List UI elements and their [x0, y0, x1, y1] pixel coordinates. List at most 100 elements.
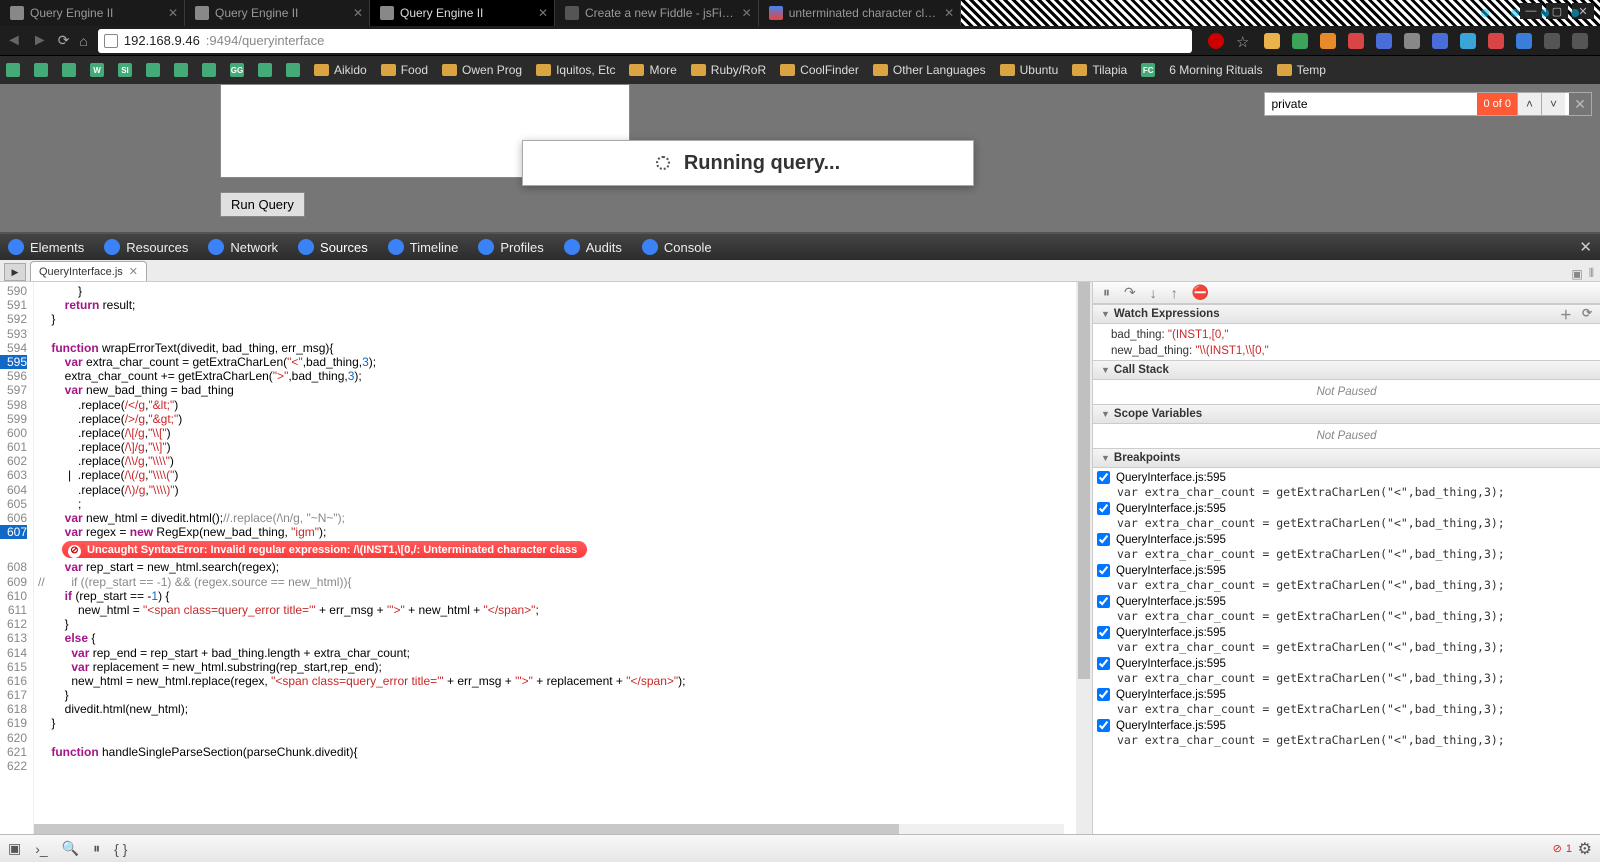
add-watch-icon[interactable]: ＋ — [1560, 306, 1572, 323]
breakpoint-checkbox[interactable] — [1097, 719, 1110, 732]
find-close-button[interactable]: ✕ — [1569, 93, 1591, 115]
code-line[interactable] — [34, 759, 1076, 773]
address-bar[interactable]: 192.168.9.46:9494/queryinterface — [98, 29, 1192, 53]
bookmark-item[interactable]: CoolFinder — [780, 63, 859, 77]
code-line[interactable] — [34, 327, 1076, 341]
run-query-button[interactable]: Run Query — [220, 192, 305, 217]
source-file-tab[interactable]: QueryInterface.js ✕ — [30, 261, 147, 281]
adblock-icon[interactable] — [1208, 33, 1224, 49]
find-next-button[interactable]: ˅ — [1541, 93, 1565, 115]
browser-tab[interactable]: Query Engine II✕ — [370, 0, 555, 26]
line-number[interactable]: 614 — [0, 646, 27, 660]
bookmark-item[interactable] — [6, 63, 20, 77]
line-number[interactable]: 599 — [0, 412, 27, 426]
step-into-button[interactable]: ↓ — [1150, 285, 1157, 301]
line-number[interactable]: 606 — [0, 511, 27, 525]
breakpoint-checkbox[interactable] — [1097, 688, 1110, 701]
breakpoints-header[interactable]: ▼ Breakpoints — [1093, 448, 1600, 468]
code-line[interactable]: } — [34, 284, 1076, 298]
bookmark-item[interactable]: Aikido — [314, 63, 367, 77]
line-number[interactable]: 618 — [0, 702, 27, 716]
back-button[interactable]: ◄ — [6, 32, 22, 50]
watch-expression[interactable]: bad_thing: "(INST1,[0," — [1093, 326, 1600, 342]
line-number[interactable]: 605 — [0, 497, 27, 511]
pretty-print-icon[interactable]: { } — [114, 841, 127, 857]
code-line[interactable]: } — [34, 716, 1076, 730]
line-number[interactable]: 592 — [0, 312, 27, 326]
ext-icon[interactable] — [1544, 33, 1560, 49]
code-line[interactable]: .replace(/\]/g,"\\]") — [34, 440, 1076, 454]
bookmark-star-icon[interactable]: ☆ — [1236, 33, 1252, 49]
line-number[interactable]: 604 — [0, 483, 27, 497]
bookmark-item[interactable]: Other Languages — [873, 63, 986, 77]
search-icon[interactable]: 🔍 — [62, 840, 79, 857]
tab-close-icon[interactable]: ✕ — [538, 6, 548, 20]
bookmark-item[interactable]: Ruby/RoR — [691, 63, 766, 77]
code-line[interactable]: .replace(/>/g,"&gt;") — [34, 412, 1076, 426]
bookmark-item[interactable]: Tilapia — [1072, 63, 1127, 77]
step-out-button[interactable]: ↑ — [1171, 285, 1178, 301]
code-area[interactable]: } return result; } function wrapErrorTex… — [34, 282, 1076, 834]
browser-tab[interactable]: Query Engine II✕ — [185, 0, 370, 26]
reload-button[interactable]: ⟳ — [58, 32, 70, 49]
code-line[interactable]: function handleSingleParseSection(parseC… — [34, 745, 1076, 759]
line-number[interactable]: 622 — [0, 759, 27, 773]
code-line[interactable]: var new_html = divedit.html();//.replace… — [34, 511, 1076, 525]
devtools-tab-audits[interactable]: Audits — [564, 239, 622, 255]
line-number[interactable]: 596 — [0, 369, 27, 383]
file-tab-close-icon[interactable]: ✕ — [129, 265, 138, 278]
watch-expressions-header[interactable]: ▼ Watch Expressions ＋⟳ — [1093, 304, 1600, 324]
breakpoint-checkbox[interactable] — [1097, 626, 1110, 639]
code-line[interactable]: divedit.html(new_html); — [34, 702, 1076, 716]
line-number[interactable]: 598 — [0, 398, 27, 412]
breakpoint-checkbox[interactable] — [1097, 471, 1110, 484]
breakpoint-entry[interactable]: QueryInterface.js:595 — [1093, 687, 1600, 702]
find-prev-button[interactable]: ˄ — [1517, 93, 1541, 115]
line-number[interactable]: 600 — [0, 426, 27, 440]
home-button[interactable]: ⌂ — [79, 33, 87, 49]
code-line[interactable]: var extra_char_count = getExtraCharLen("… — [34, 355, 1076, 369]
code-line[interactable]: var replacement = new_html.substring(rep… — [34, 660, 1076, 674]
code-line[interactable]: var rep_start = new_html.search(regex); — [34, 560, 1076, 574]
line-number[interactable]: 607 — [0, 525, 27, 539]
call-stack-header[interactable]: ▼ Call Stack — [1093, 360, 1600, 380]
line-number[interactable]: 591 — [0, 298, 27, 312]
code-line[interactable]: extra_char_count += getExtraCharLen(">",… — [34, 369, 1076, 383]
breakpoint-entry[interactable]: QueryInterface.js:595 — [1093, 718, 1600, 733]
ext-icon[interactable] — [1404, 33, 1420, 49]
tab-close-icon[interactable]: ✕ — [944, 6, 954, 20]
breakpoint-checkbox[interactable] — [1097, 564, 1110, 577]
code-line[interactable]: .replace(/</g,"&lt;") — [34, 398, 1076, 412]
code-line[interactable]: .replace(/\)/g,"\\\\)") — [34, 483, 1076, 497]
code-line[interactable]: new_html = new_html.replace(regex, "<spa… — [34, 674, 1076, 688]
menu-icon[interactable] — [1572, 33, 1588, 49]
error-count[interactable]: ⊘1 — [1553, 842, 1572, 855]
line-number[interactable]: 613 — [0, 631, 27, 645]
ext-icon[interactable] — [1488, 33, 1504, 49]
tab-close-icon[interactable]: ✕ — [353, 6, 363, 20]
ext-icon[interactable] — [1376, 33, 1392, 49]
line-number[interactable]: 593 — [0, 327, 27, 341]
breakpoint-checkbox[interactable] — [1097, 595, 1110, 608]
line-number[interactable]: 601 — [0, 440, 27, 454]
bookmark-item[interactable] — [258, 63, 272, 77]
line-number[interactable]: 617 — [0, 688, 27, 702]
scope-variables-header[interactable]: ▼ Scope Variables — [1093, 404, 1600, 424]
code-line[interactable]: .replace(/\[/g,"\\[") — [34, 426, 1076, 440]
code-line[interactable]: } — [34, 312, 1076, 326]
breakpoint-entry[interactable]: QueryInterface.js:595 — [1093, 563, 1600, 578]
console-prompt-icon[interactable]: ›_ — [35, 841, 47, 857]
window-minimize[interactable]: — — [1520, 3, 1542, 19]
code-line[interactable]: var new_bad_thing = bad_thing — [34, 383, 1076, 397]
code-line[interactable]: // if ((rep_start == -1) && (regex.sourc… — [34, 575, 1076, 589]
code-line[interactable] — [34, 731, 1076, 745]
code-line[interactable]: } — [34, 617, 1076, 631]
bookmark-item[interactable] — [34, 63, 48, 77]
browser-tab[interactable]: Create a new Fiddle - jsFi…✕ — [555, 0, 759, 26]
ext-icon[interactable] — [1348, 33, 1364, 49]
ext-icon[interactable] — [1432, 33, 1448, 49]
line-number[interactable]: 616 — [0, 674, 27, 688]
line-number[interactable]: 595 — [0, 355, 27, 369]
breakpoint-entry[interactable]: QueryInterface.js:595 — [1093, 501, 1600, 516]
bookmark-item[interactable] — [286, 63, 300, 77]
